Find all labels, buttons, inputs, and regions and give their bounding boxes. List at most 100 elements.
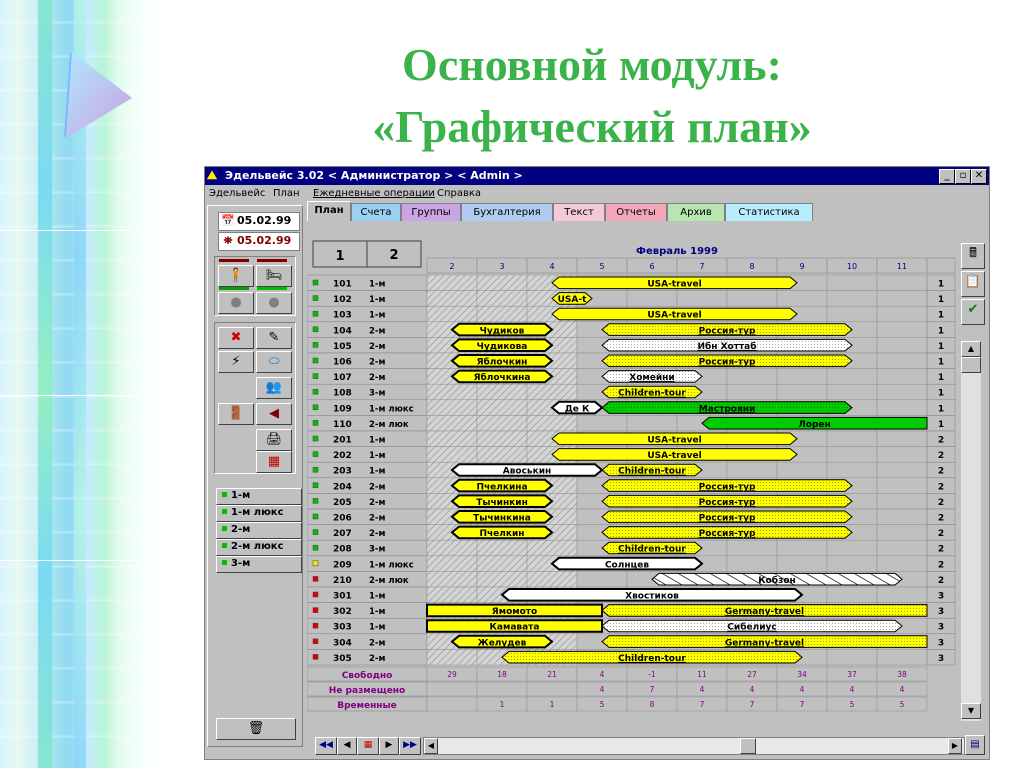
stat-value: 37 xyxy=(847,670,857,679)
checklist-icon[interactable]: ✔ xyxy=(961,299,985,325)
room-row-label xyxy=(306,571,428,588)
booking-label: Яблочкин xyxy=(477,357,528,368)
room-type: 1-м xyxy=(369,436,385,446)
room-number: 108 xyxy=(333,389,352,399)
edit-booking-button[interactable]: ✎ xyxy=(256,327,292,349)
room-type-3m-button[interactable]: 3-м xyxy=(216,556,302,573)
day-cell xyxy=(826,555,878,572)
room-type: 1-м xyxy=(369,311,385,321)
scroll-down-arrow-icon[interactable]: ▼ xyxy=(961,703,981,719)
minimize-button[interactable]: _ xyxy=(939,169,955,184)
room-status-dot xyxy=(312,420,319,426)
scroll-up-arrow-icon[interactable]: ▲ xyxy=(961,341,981,357)
tab-text[interactable]: Текст xyxy=(553,203,605,222)
triangle-graphic xyxy=(64,52,132,138)
checkin-room-button[interactable]: 🛏 xyxy=(256,265,292,287)
booking-label: Чудиков xyxy=(480,326,525,336)
booking-label: Мастрояни xyxy=(699,404,756,414)
menu-help[interactable]: Справка xyxy=(437,188,481,199)
maximize-button[interactable]: ▫ xyxy=(955,169,971,184)
room-number: 210 xyxy=(333,576,352,586)
occupancy-chart[interactable]: 1 2 Февраль 19992 3 4 5 6 7 8 9 10 11101 1-м 1USA-tra… xyxy=(306,221,957,737)
booking-label: Germany-travel xyxy=(725,638,804,648)
tab-reports[interactable]: Отчеты xyxy=(605,203,667,222)
plan-grid: 1 2 Февраль 1999 2 3 4 5 6 7 8 9 10 11 101 1-м 1 USA-tra… xyxy=(306,221,957,737)
print-button[interactable]: 🖨 xyxy=(256,429,292,451)
horizontal-scrollbar[interactable]: ◀ ▶ xyxy=(423,737,965,755)
checkout-guest-button[interactable]: ● xyxy=(218,292,254,314)
checkout-room-button[interactable]: ● xyxy=(256,292,292,314)
room-number: 110 xyxy=(333,420,352,430)
room-type-2m-button[interactable]: 2-м xyxy=(216,522,302,539)
booking-label: Де К xyxy=(565,404,590,414)
tab-statistics[interactable]: Статистика xyxy=(725,203,813,222)
room-type-1m-button[interactable]: 1-м xyxy=(216,488,302,505)
room-type-1m-lux-button[interactable]: 1-м люкс xyxy=(216,505,302,522)
day-cell xyxy=(476,399,528,416)
scroll-left-arrow-icon[interactable]: ◀ xyxy=(424,738,438,754)
calculator-icon[interactable]: 🖩 xyxy=(961,243,985,269)
view-1-label: 1 xyxy=(335,249,344,264)
tab-accounting[interactable]: Бухгалтерия xyxy=(461,203,553,222)
type-dot xyxy=(222,526,227,531)
room-type-2m-lux-button[interactable]: 2-м люкс xyxy=(216,539,302,556)
room-row-label xyxy=(306,321,428,338)
stat-value: 29 xyxy=(447,670,457,679)
date-today-field[interactable]: 📅 05.02.99 xyxy=(218,212,300,231)
type-dot xyxy=(222,492,227,497)
room-status-dot xyxy=(312,279,319,286)
table-button[interactable]: ▦ xyxy=(256,451,292,473)
room-status-dot xyxy=(312,435,319,442)
day-cell xyxy=(726,461,778,479)
day-cell xyxy=(576,415,628,432)
move-booking-button[interactable]: ⚡ xyxy=(218,351,254,373)
extend-booking-button[interactable]: ⬭ xyxy=(256,351,292,373)
menu-edelweiss[interactable]: Эдельвейс xyxy=(209,188,265,199)
room-type: 1-м xyxy=(369,623,385,633)
booking-label: Солнцев xyxy=(605,560,649,570)
tab-plan[interactable]: План xyxy=(307,201,351,222)
tab-groups[interactable]: Группы xyxy=(401,203,461,222)
trash-button[interactable]: 🗑 xyxy=(216,718,296,740)
menu-plan[interactable]: План xyxy=(273,188,300,199)
floor-number: 3 xyxy=(938,623,944,633)
first-page-icon[interactable]: ◀◀ xyxy=(315,737,337,755)
scroll-thumb[interactable] xyxy=(961,357,981,373)
floor-number: 2 xyxy=(938,576,944,586)
room-number: 205 xyxy=(333,498,352,508)
day-cell xyxy=(476,305,528,323)
scroll-right-arrow-icon[interactable]: ▶ xyxy=(948,738,962,754)
delete-booking-button[interactable]: ✖ xyxy=(218,327,254,349)
day-cell xyxy=(426,586,478,603)
day-cell xyxy=(876,337,928,354)
day-cell xyxy=(876,493,928,510)
vertical-scrollbar[interactable]: ▲ ▼ xyxy=(961,341,981,721)
date-plan-field[interactable]: ⛯ 05.02.99 xyxy=(218,232,300,251)
day-cell xyxy=(826,539,878,557)
stat-value: 18 xyxy=(497,670,507,679)
calendar-corner-icon[interactable]: ▤ xyxy=(965,735,985,755)
floor-number: 1 xyxy=(938,295,944,305)
last-page-icon[interactable]: ▶▶ xyxy=(399,737,421,755)
stat-cell xyxy=(526,681,578,697)
prev-page-icon[interactable]: ◀ xyxy=(337,737,357,755)
menu-daily-operations[interactable]: Ежедневные операции xyxy=(313,188,435,199)
exit-door-button[interactable]: 🚪 xyxy=(218,403,254,425)
back-door-button[interactable]: ◀ xyxy=(256,403,292,425)
next-page-icon[interactable]: ▶ xyxy=(379,737,399,755)
day-cell xyxy=(826,290,878,307)
tab-accounts[interactable]: Счета xyxy=(351,203,401,222)
h-scroll-thumb[interactable] xyxy=(740,738,756,754)
notes-icon[interactable]: 📋 xyxy=(961,271,985,297)
tab-archive[interactable]: Архив xyxy=(667,203,725,222)
month-label: Февраль 1999 xyxy=(636,246,718,257)
floor-number: 2 xyxy=(938,529,944,539)
checkin-guest-button[interactable]: 🧍 xyxy=(218,265,254,287)
calendar-nav-icon[interactable]: ▦ xyxy=(357,737,379,755)
room-status-dot xyxy=(312,326,319,333)
close-button[interactable]: ✕ xyxy=(971,169,987,184)
guests-button[interactable]: 👥 xyxy=(256,377,292,399)
room-status-dot xyxy=(312,513,319,520)
room-status-dot xyxy=(312,654,319,660)
room-status-dot xyxy=(312,529,319,535)
